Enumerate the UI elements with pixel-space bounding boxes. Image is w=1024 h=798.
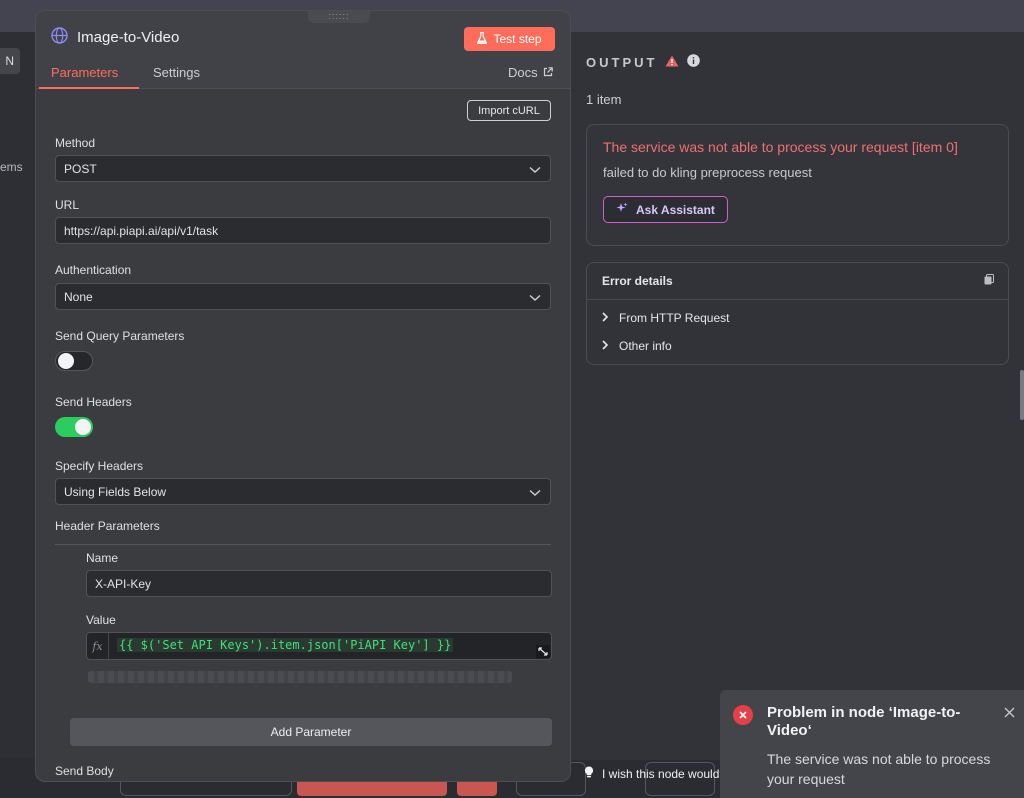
method-select[interactable]: POST xyxy=(55,155,551,182)
send-query-label: Send Query Parameters xyxy=(55,329,185,343)
details-row-other-info[interactable]: Other info xyxy=(587,332,1008,360)
authentication-value: None xyxy=(64,289,93,304)
authentication-label: Authentication xyxy=(55,263,132,277)
chevron-right-icon xyxy=(601,339,609,353)
header-value-expression-input[interactable]: fx {{ $('Set API Keys').item.json['PiAPI… xyxy=(86,632,552,660)
url-input[interactable]: https://api.piapi.ai/api/v1/task xyxy=(55,217,551,244)
tab-settings[interactable]: Settings xyxy=(153,65,200,80)
canvas-left-button[interactable]: N xyxy=(0,48,20,74)
toast-title: Problem in node ‘Image-to-Video‘ xyxy=(767,704,961,739)
node-panel-header: Image-to-Video Test step Parameters Sett… xyxy=(36,11,570,89)
header-name-input[interactable]: X-API-Key xyxy=(86,570,552,597)
close-icon[interactable] xyxy=(1004,706,1015,721)
info-icon[interactable] xyxy=(687,54,701,70)
copy-icon[interactable] xyxy=(984,274,994,288)
lightbulb-icon xyxy=(584,766,594,781)
output-scrollbar[interactable] xyxy=(1020,370,1024,420)
add-parameter-button[interactable]: Add Parameter xyxy=(70,718,552,746)
specify-headers-select[interactable]: Using Fields Below xyxy=(55,478,551,505)
fx-icon: fx xyxy=(87,633,109,659)
error-details-box: Error details From HTTP Request Other in… xyxy=(586,262,1009,365)
url-label: URL xyxy=(55,198,80,212)
warning-icon xyxy=(665,55,679,70)
toggle-knob xyxy=(75,419,91,435)
chevron-down-icon xyxy=(529,486,541,500)
feedback-hint[interactable]: I wish this node would xyxy=(584,766,719,781)
header-name-label: Name xyxy=(86,551,119,565)
output-title: OUTPUT xyxy=(586,54,658,70)
chevron-down-icon xyxy=(529,163,541,177)
error-details-title: Error details xyxy=(602,274,673,288)
error-circle-icon xyxy=(733,705,753,725)
details-row-http-request[interactable]: From HTTP Request xyxy=(587,304,1008,332)
details-row-label: Other info xyxy=(619,339,672,353)
url-value: https://api.piapi.ai/api/v1/task xyxy=(64,223,219,238)
expand-icon[interactable] xyxy=(536,645,550,658)
error-subtitle: failed to do kling preprocess request xyxy=(603,165,812,180)
error-box: The service was not able to process your… xyxy=(586,124,1009,246)
output-item-count: 1 item xyxy=(586,92,622,107)
send-body-label: Send Body xyxy=(55,764,114,778)
node-parameters-panel: Image-to-Video Test step Parameters Sett… xyxy=(35,10,571,782)
drag-handle[interactable]: :::::: xyxy=(308,11,370,23)
error-details-header: Error details xyxy=(587,263,1008,300)
test-step-label: Test step xyxy=(493,32,542,46)
header-name-value: X-API-Key xyxy=(95,576,152,591)
canvas-left-area: N ems xyxy=(0,32,40,798)
ask-assistant-label: Ask Assistant xyxy=(636,202,715,217)
authentication-select[interactable]: None xyxy=(55,283,551,310)
header-value-expression: {{ $('Set API Keys').item.json['PiAPI Ke… xyxy=(117,638,454,652)
parameters-body: Import cURL Method POST URL https://api.… xyxy=(36,89,570,781)
output-header: OUTPUT xyxy=(586,54,701,70)
error-toast: Problem in node ‘Image-to-Video‘ The ser… xyxy=(720,690,1024,798)
sparkle-icon xyxy=(616,202,628,217)
canvas-left-items-label: ems xyxy=(0,160,23,174)
specify-headers-label: Specify Headers xyxy=(55,459,144,473)
send-query-toggle[interactable] xyxy=(55,351,93,371)
tab-parameters[interactable]: Parameters xyxy=(51,65,118,80)
method-label: Method xyxy=(55,136,96,150)
specify-headers-value: Using Fields Below xyxy=(64,484,167,499)
import-curl-button[interactable]: Import cURL xyxy=(467,100,551,121)
node-title-text: Image-to-Video xyxy=(77,29,180,46)
docs-label: Docs xyxy=(508,65,538,80)
docs-link[interactable]: Docs xyxy=(508,65,553,80)
send-headers-label: Send Headers xyxy=(55,395,132,409)
flask-icon xyxy=(477,31,488,47)
globe-icon xyxy=(51,27,68,48)
header-value-label: Value xyxy=(86,613,116,627)
chevron-down-icon xyxy=(529,291,541,305)
toggle-knob xyxy=(58,353,74,369)
expression-result-preview-blurred xyxy=(88,671,512,683)
output-panel: OUTPUT 1 item The service was not able t… xyxy=(570,32,1024,760)
method-value: POST xyxy=(64,161,97,176)
feedback-hint-text: I wish this node would xyxy=(602,766,720,781)
details-row-label: From HTTP Request xyxy=(619,311,730,325)
toast-body: The service was not able to process your… xyxy=(767,751,991,787)
test-step-button[interactable]: Test step xyxy=(464,27,555,51)
header-parameters-divider xyxy=(55,544,551,545)
node-tabs: Parameters Settings Docs xyxy=(36,63,570,89)
send-headers-toggle[interactable] xyxy=(55,417,93,437)
ask-assistant-button[interactable]: Ask Assistant xyxy=(603,196,728,223)
canvas-left-button-label: N xyxy=(5,54,14,68)
node-title: Image-to-Video xyxy=(51,27,179,48)
external-link-icon xyxy=(543,65,553,80)
chevron-right-icon xyxy=(601,311,609,325)
header-parameters-label: Header Parameters xyxy=(55,519,160,533)
error-title: The service was not able to process your… xyxy=(603,139,958,155)
